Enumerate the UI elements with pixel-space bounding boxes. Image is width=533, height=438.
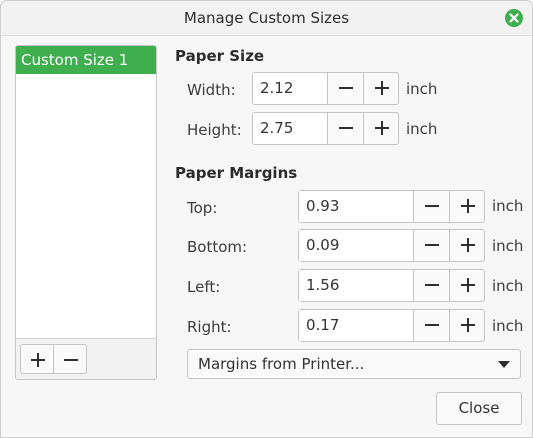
minus-icon [64, 359, 78, 361]
left-margin-spinbutton: 1.56 [298, 269, 485, 302]
minus-icon [339, 87, 353, 89]
height-label: Height: [187, 121, 242, 139]
plus-icon [461, 199, 475, 213]
width-increase-button[interactable] [364, 73, 400, 104]
bottom-margin-decrease-button[interactable] [414, 230, 450, 261]
top-margin-unit: inch [492, 197, 524, 215]
right-margin-decrease-button[interactable] [414, 310, 450, 341]
right-margin-label: Right: [187, 318, 232, 336]
width-label: Width: [187, 81, 236, 99]
height-increase-button[interactable] [364, 113, 400, 144]
width-unit: inch [406, 80, 438, 98]
plus-icon [461, 278, 475, 292]
height-input[interactable]: 2.75 [253, 113, 328, 144]
list-toolbar [16, 338, 156, 379]
paper-size-heading: Paper Size [175, 47, 265, 65]
caret-down-icon [498, 361, 510, 368]
bottom-margin-label: Bottom: [187, 238, 248, 256]
height-decrease-button[interactable] [328, 113, 364, 144]
bottom-margin-increase-button[interactable] [450, 230, 486, 261]
width-input[interactable]: 2.12 [253, 73, 328, 104]
left-margin-label: Left: [187, 278, 221, 296]
paper-margins-heading: Paper Margins [175, 164, 298, 182]
top-margin-increase-button[interactable] [450, 191, 486, 222]
minus-icon [425, 244, 439, 246]
minus-icon [425, 284, 439, 286]
manage-custom-sizes-dialog: Manage Custom Sizes Custom Size 1 Paper … [0, 0, 533, 438]
top-margin-label: Top: [187, 199, 218, 217]
top-margin-decrease-button[interactable] [414, 191, 450, 222]
window-title: Manage Custom Sizes [183, 9, 350, 27]
close-button[interactable]: Close [436, 392, 522, 425]
right-margin-spinbutton: 0.17 [298, 309, 485, 342]
plus-icon [461, 318, 475, 332]
top-margin-input[interactable]: 0.93 [299, 191, 414, 222]
top-margin-spinbutton: 0.93 [298, 190, 485, 223]
window-close-button[interactable] [505, 9, 523, 27]
margins-from-printer-dropdown[interactable]: Margins from Printer... [187, 349, 521, 379]
title-bar: Manage Custom Sizes [1, 1, 532, 36]
list-item-custom-size-1[interactable]: Custom Size 1 [16, 46, 156, 74]
bottom-margin-input[interactable]: 0.09 [299, 230, 414, 261]
minus-icon [425, 324, 439, 326]
width-decrease-button[interactable] [328, 73, 364, 104]
left-margin-input[interactable]: 1.56 [299, 270, 414, 301]
left-margin-decrease-button[interactable] [414, 270, 450, 301]
right-margin-unit: inch [492, 317, 524, 335]
left-margin-increase-button[interactable] [450, 270, 486, 301]
height-spinbutton: 2.75 [252, 112, 399, 145]
remove-size-button[interactable] [53, 344, 87, 374]
plus-icon [375, 121, 389, 135]
close-icon [509, 13, 519, 23]
plus-icon [31, 353, 45, 367]
left-margin-unit: inch [492, 277, 524, 295]
width-spinbutton: 2.12 [252, 72, 399, 105]
minus-icon [425, 205, 439, 207]
bottom-margin-unit: inch [492, 237, 524, 255]
minus-icon [339, 127, 353, 129]
dropdown-selected-label: Margins from Printer... [198, 355, 365, 373]
plus-icon [375, 81, 389, 95]
bottom-margin-spinbutton: 0.09 [298, 229, 485, 262]
right-margin-increase-button[interactable] [450, 310, 486, 341]
height-unit: inch [406, 120, 438, 138]
custom-sizes-list: Custom Size 1 [15, 45, 157, 380]
add-size-button[interactable] [20, 344, 54, 374]
plus-icon [461, 238, 475, 252]
right-margin-input[interactable]: 0.17 [299, 310, 414, 341]
